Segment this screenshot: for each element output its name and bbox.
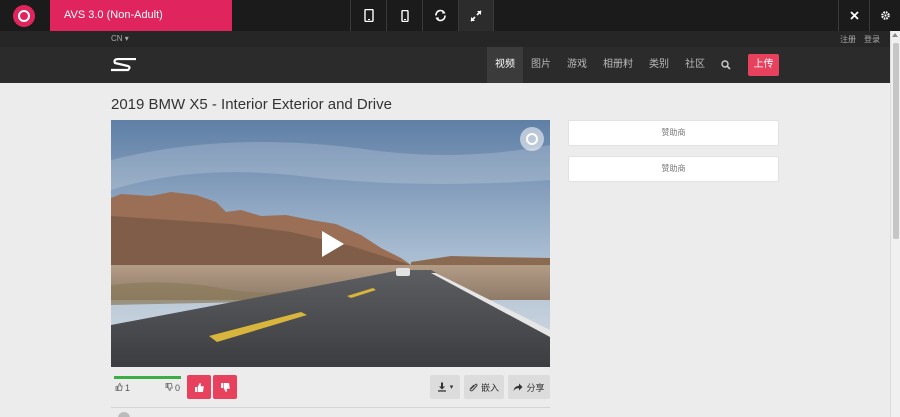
auth-links: 注册 登录 [832, 34, 880, 45]
thumbs-down-small-icon [165, 383, 173, 391]
main-nav: 视频 图片 游戏 相册籿 类别 社区 [487, 47, 739, 83]
download-button[interactable]: ▾ [430, 375, 460, 399]
language-selector[interactable]: CN ▾ [111, 34, 129, 43]
play-icon[interactable] [322, 231, 344, 257]
app-logo-icon [13, 4, 35, 27]
login-link[interactable]: 登录 [864, 35, 880, 44]
like-button[interactable] [187, 375, 211, 399]
product-selector[interactable]: AVS 3.0 (Non-Adult) [50, 0, 232, 31]
nav-categories[interactable]: 类别 [641, 47, 677, 83]
like-count: 1 [125, 383, 131, 393]
thumbs-down-icon [220, 382, 230, 392]
thumbs-up-icon [194, 382, 204, 392]
section-divider [111, 407, 550, 408]
share-label: 分享 [526, 382, 545, 393]
site-logo[interactable] [110, 57, 138, 72]
dislike-count: 0 [175, 383, 181, 393]
thumbs-up-small-icon [115, 383, 123, 391]
upload-button[interactable]: 上传 [748, 54, 779, 76]
rating-bar [114, 376, 181, 379]
rating-fill [114, 376, 181, 379]
search-icon[interactable] [713, 47, 739, 83]
gear-icon[interactable] [869, 0, 900, 31]
scroll-thumb[interactable] [893, 43, 899, 239]
embed-label: 嵌入 [480, 382, 499, 393]
window-controls [838, 0, 900, 31]
app-logo-button[interactable] [0, 0, 48, 31]
video-player[interactable] [111, 120, 550, 367]
mobile-icon[interactable] [386, 0, 422, 31]
embed-button[interactable]: 嵌入 [464, 375, 504, 399]
video-title: 2019 BMW X5 - Interior Exterior and Driv… [111, 96, 392, 113]
avatar [118, 412, 130, 417]
register-link[interactable]: 注册 [840, 35, 856, 44]
fullscreen-icon[interactable] [458, 0, 494, 31]
device-switcher [350, 0, 494, 31]
tablet-icon[interactable] [350, 0, 386, 31]
preview-toolbar: AVS 3.0 (Non-Adult) [0, 0, 900, 31]
share-icon [513, 383, 523, 391]
download-icon [437, 382, 446, 392]
scroll-up-arrow-icon[interactable] [892, 33, 898, 37]
close-icon[interactable] [838, 0, 869, 31]
nav-community[interactable]: 社区 [677, 47, 713, 83]
sponsor-box[interactable]: 赞助商 [568, 156, 779, 182]
page-scrollbar[interactable] [890, 31, 900, 417]
nav-albums[interactable]: 相册籿 [595, 47, 641, 83]
nav-videos[interactable]: 视频 [487, 47, 523, 83]
utility-bar: CN ▾ 注册 登录 [0, 31, 890, 47]
player-watermark-icon [520, 127, 544, 151]
site-navbar: 视频 图片 游戏 相册籿 类别 社区 上传 [0, 47, 890, 83]
link-icon [469, 383, 478, 391]
rotate-icon[interactable] [422, 0, 458, 31]
dislike-button[interactable] [213, 375, 237, 399]
nav-games[interactable]: 游戏 [559, 47, 595, 83]
nav-photos[interactable]: 图片 [523, 47, 559, 83]
share-button[interactable]: 分享 [508, 375, 550, 399]
sponsor-box[interactable]: 赞助商 [568, 120, 779, 146]
video-actions: 1 0 ▾ 嵌入 分享 [111, 374, 550, 400]
